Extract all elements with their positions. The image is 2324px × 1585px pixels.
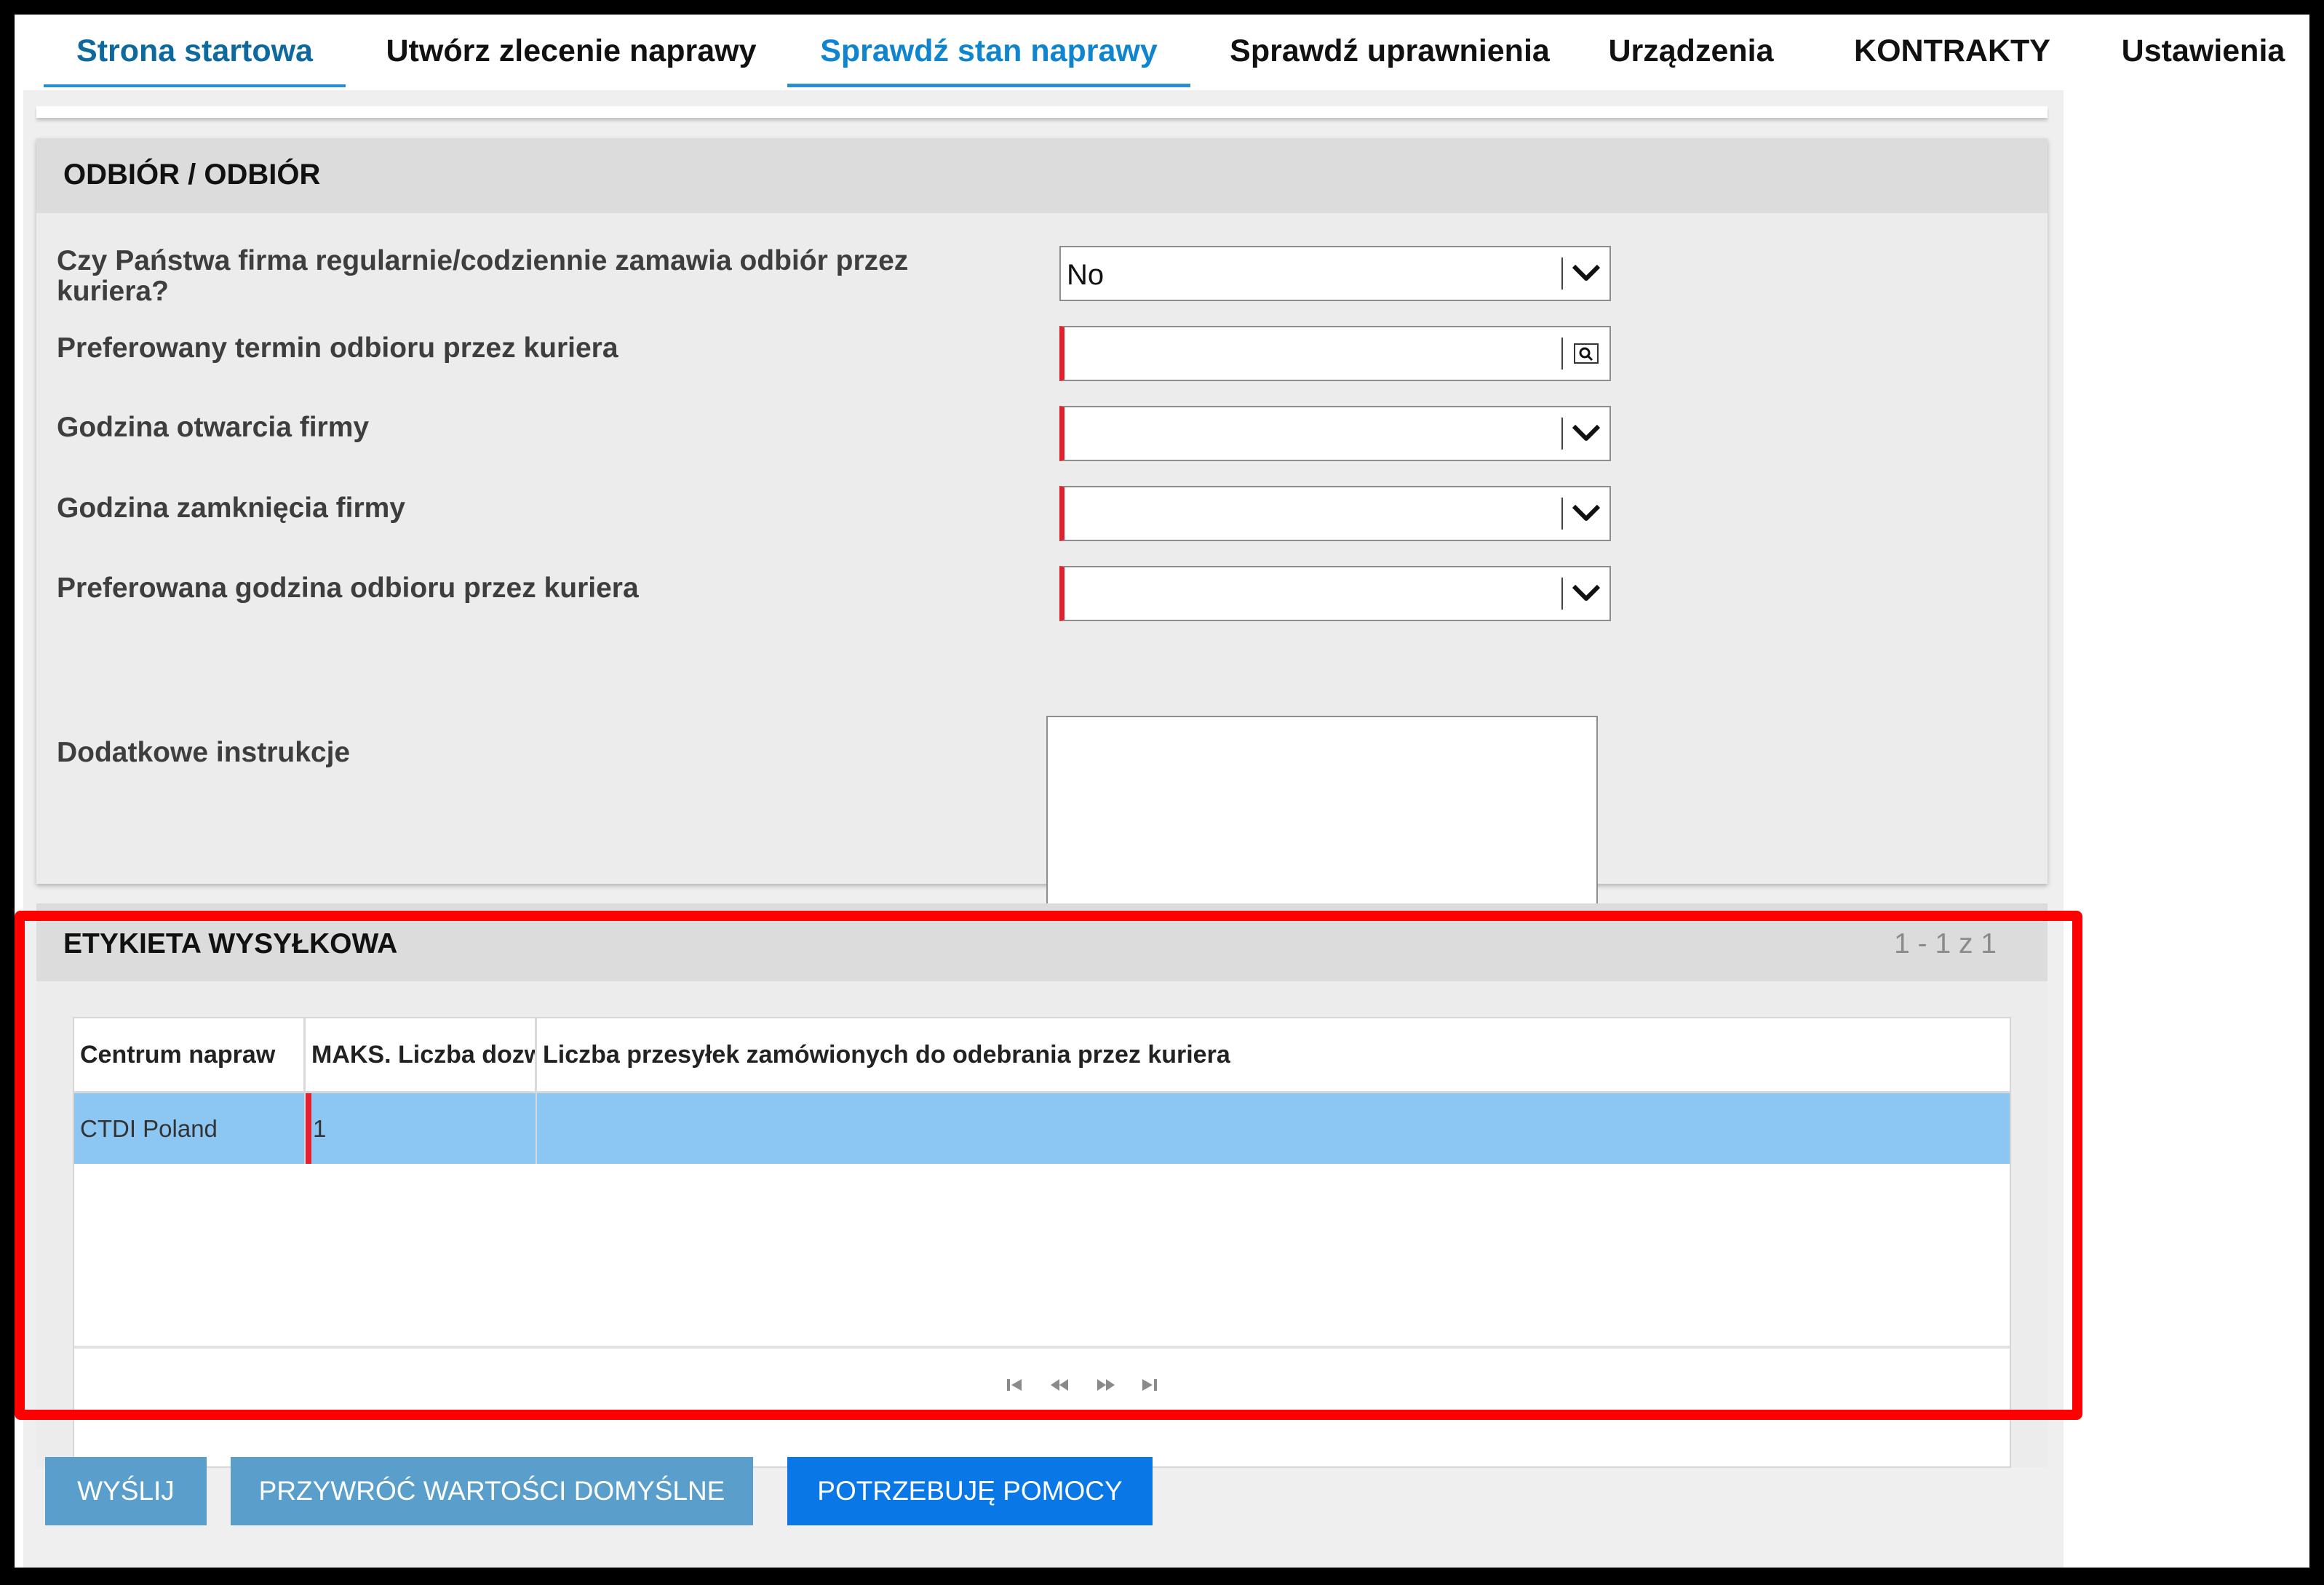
- pickup-hour-select[interactable]: [1059, 566, 1611, 621]
- top-nav: Strona startowa Utwórz zlecenie naprawy …: [15, 15, 2309, 90]
- chevron-down-icon[interactable]: [1563, 567, 1609, 620]
- chevron-down-icon[interactable]: [1563, 407, 1609, 460]
- regular-pickup-select[interactable]: No: [1059, 246, 1611, 301]
- grid-header: Centrum napraw MAKS. Liczba dozw Liczba …: [74, 1018, 2010, 1093]
- opening-hour-label: Godzina otwarcia firmy: [57, 412, 370, 443]
- need-help-button[interactable]: POTRZEBUJĘ POMOCY: [787, 1457, 1153, 1525]
- shipping-label-title: ETYKIETA WYSYŁKOWA: [63, 928, 398, 959]
- last-page-icon[interactable]: [1139, 1375, 1158, 1397]
- regular-pickup-label: Czy Państwa firma regularnie/codziennie …: [57, 245, 909, 307]
- pickup-date-label: Preferowany termin odbioru przez kuriera: [57, 332, 618, 364]
- closing-hour-select[interactable]: [1059, 486, 1611, 541]
- next-page-icon[interactable]: [1096, 1375, 1116, 1397]
- pickup-panel-header: ODBIÓR / ODBIÓR: [36, 138, 2048, 213]
- tab-create-repair-order[interactable]: Utwórz zlecenie naprawy: [367, 15, 775, 87]
- first-page-icon[interactable]: [1006, 1375, 1024, 1397]
- submit-button[interactable]: WYŚLIJ: [45, 1457, 207, 1525]
- column-header-max-allowed[interactable]: MAKS. Liczba dozw: [306, 1018, 537, 1091]
- magnifier-icon[interactable]: [1563, 327, 1609, 380]
- shipping-label-header: ETYKIETA WYSYŁKOWA 1 - 1 z 1: [36, 903, 2048, 981]
- previous-page-icon[interactable]: [1049, 1375, 1070, 1397]
- table-row[interactable]: CTDI Poland 1: [74, 1093, 2010, 1164]
- tab-contracts[interactable]: KONTRAKTY: [1847, 15, 2058, 87]
- cell-max-allowed[interactable]: 1: [306, 1093, 537, 1164]
- tab-devices[interactable]: Urządzenia: [1596, 15, 1786, 87]
- instructions-label: Dodatkowe instrukcje: [57, 737, 351, 768]
- reset-defaults-button[interactable]: PRZYWRÓĆ WARTOŚCI DOMYŚLNE: [231, 1457, 753, 1525]
- pickup-panel-title: ODBIÓR / ODBIÓR: [63, 159, 321, 191]
- chevron-down-icon[interactable]: [1563, 247, 1609, 300]
- regular-pickup-value: No: [1067, 259, 1105, 291]
- closing-hour-label: Godzina zamknięcia firmy: [57, 492, 405, 524]
- column-header-repair-center[interactable]: Centrum napraw: [74, 1018, 306, 1091]
- pickup-date-input[interactable]: [1059, 326, 1611, 381]
- app-window: Strona startowa Utwórz zlecenie naprawy …: [15, 15, 2309, 1568]
- instructions-textarea[interactable]: [1046, 716, 1598, 930]
- tab-check-repair-status[interactable]: Sprawdź stan naprawy: [787, 15, 1190, 87]
- main-content: ODBIÓR / ODBIÓR Czy Państwa firma regula…: [23, 90, 2064, 1568]
- shipping-label-panel: ETYKIETA WYSYŁKOWA 1 - 1 z 1 Centrum nap…: [36, 903, 2048, 1468]
- chevron-down-icon[interactable]: [1563, 487, 1609, 540]
- shipping-grid: Centrum napraw MAKS. Liczba dozw Liczba …: [73, 1017, 2011, 1468]
- tab-settings[interactable]: Ustawienia: [2101, 15, 2305, 87]
- tab-home[interactable]: Strona startowa: [44, 15, 346, 87]
- tab-check-entitlements[interactable]: Sprawdź uprawnienia: [1208, 15, 1572, 87]
- pickup-panel: ODBIÓR / ODBIÓR Czy Państwa firma regula…: [36, 138, 2048, 884]
- column-header-ordered-shipments[interactable]: Liczba przesyłek zamówionych do odebrani…: [537, 1018, 2010, 1091]
- pager-bar: [74, 1346, 2010, 1349]
- record-count: 1 - 1 z 1: [1894, 928, 1997, 959]
- pickup-hour-label: Preferowana godzina odbioru przez kurier…: [57, 572, 639, 604]
- previous-panel-edge: [36, 106, 2048, 118]
- cell-repair-center: CTDI Poland: [74, 1093, 306, 1164]
- cell-ordered-shipments[interactable]: [537, 1093, 2010, 1164]
- opening-hour-select[interactable]: [1059, 406, 1611, 461]
